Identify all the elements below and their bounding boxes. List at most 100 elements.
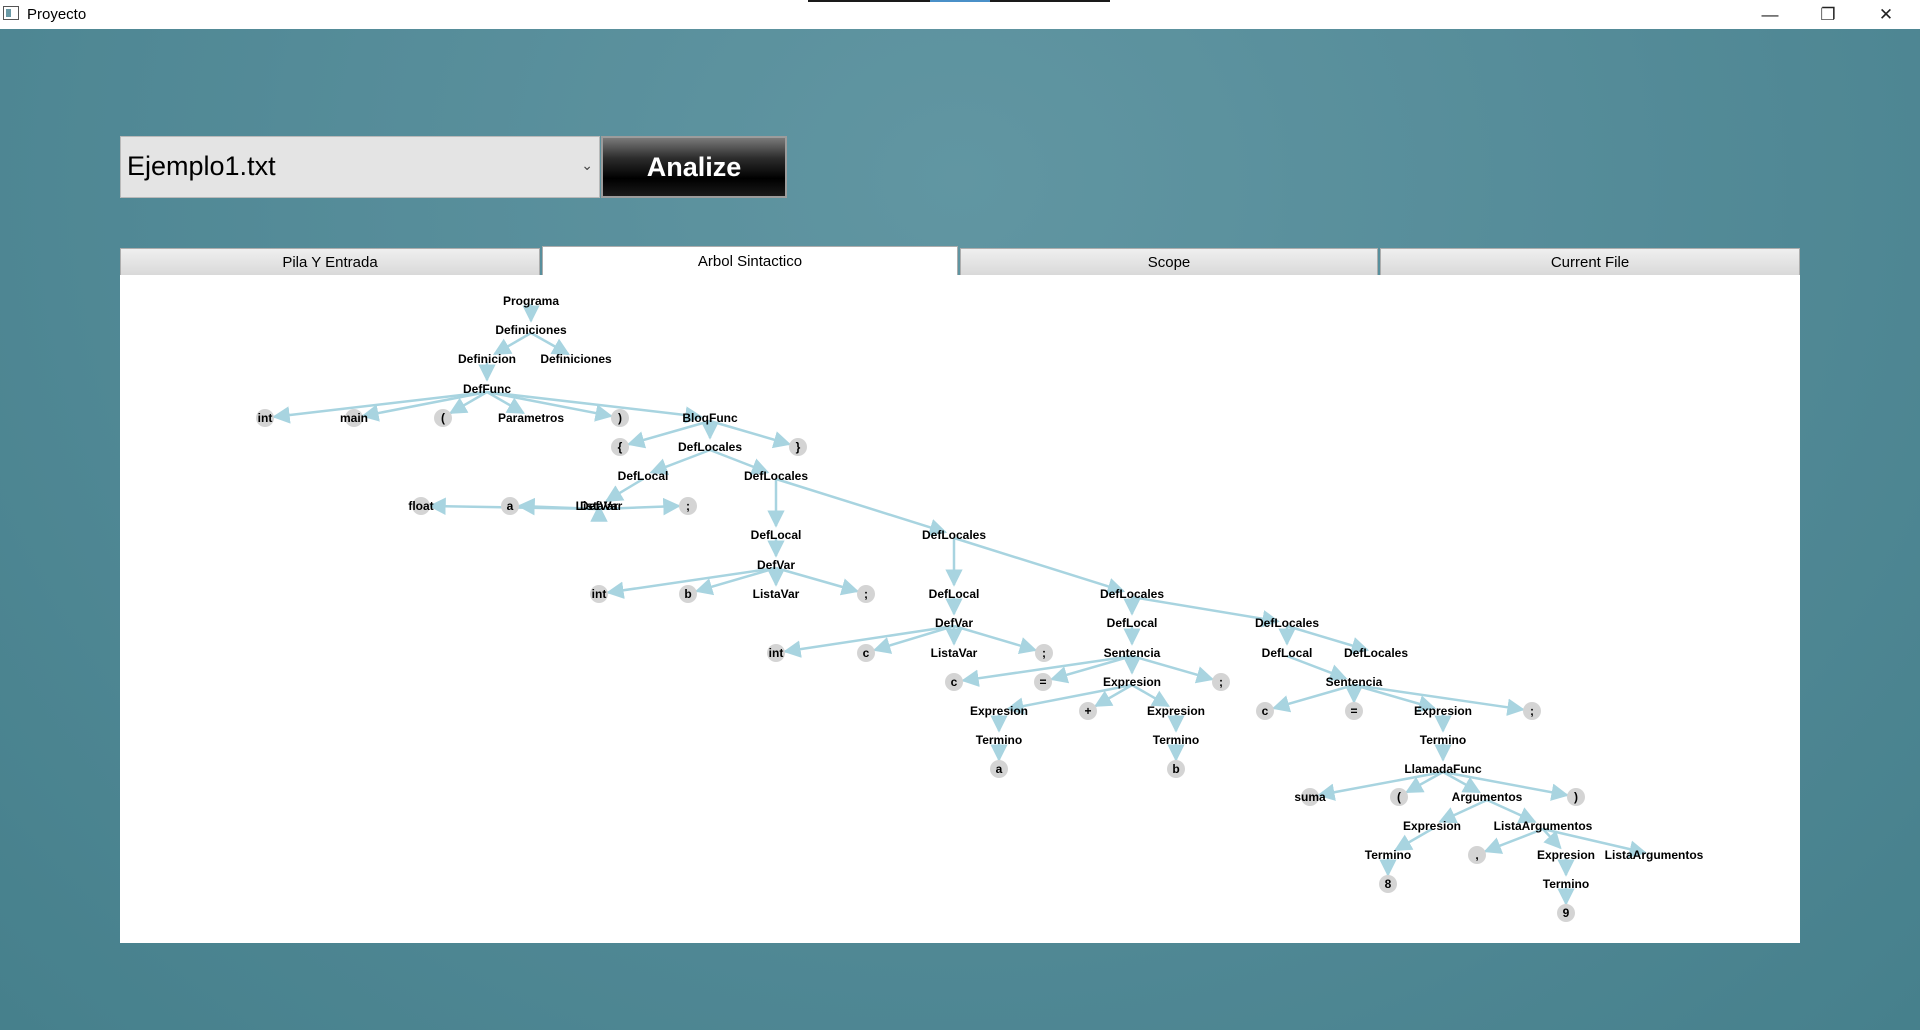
tree-node: Sentencia <box>1104 646 1161 660</box>
tab-scope[interactable]: Scope <box>960 248 1378 275</box>
tree-leaf-node: c <box>1256 702 1274 720</box>
tree-node-label: = <box>1039 675 1046 689</box>
tree-node-label: } <box>796 440 801 454</box>
tab-arbol-sintactico[interactable]: Arbol Sintactico <box>542 246 958 276</box>
tree-node-label: main <box>340 411 368 425</box>
tree-node-label: DefLocal <box>1262 646 1313 660</box>
tree-leaf-node: ( <box>434 409 452 427</box>
app-icon <box>3 6 19 20</box>
title-bar: Proyecto — ❐ ✕ <box>0 0 1920 29</box>
tree-leaf-node: 8 <box>1379 875 1397 893</box>
tree-node-label: DefLocal <box>618 469 669 483</box>
tree-leaf-node: } <box>789 438 807 456</box>
tree-node-label: ; <box>864 587 868 601</box>
tree-node: Termino <box>976 733 1022 747</box>
tree-node: Termino <box>1420 733 1466 747</box>
tree-node-label: DefLocales <box>744 469 808 483</box>
tree-node: ListaArgumentos <box>1605 848 1704 862</box>
tree-node-label: Expresion <box>1414 704 1472 718</box>
tree-node: Termino <box>1153 733 1199 747</box>
tree-node: DefFunc <box>463 382 511 396</box>
tree-node-label: ListaVar <box>753 587 800 601</box>
analyze-button[interactable]: Analize <box>601 136 787 198</box>
tree-node-label: ; <box>1042 646 1046 660</box>
tree-leaf-node: + <box>1079 702 1097 720</box>
close-button[interactable]: ✕ <box>1857 0 1915 29</box>
tree-leaf-node: = <box>1345 702 1363 720</box>
minimize-button[interactable]: — <box>1741 0 1799 29</box>
tree-node: Expresion <box>1147 704 1205 718</box>
tree-node-label: a <box>507 499 514 513</box>
tree-leaf-node: suma <box>1294 788 1326 806</box>
tab-current-file[interactable]: Current File <box>1380 248 1800 275</box>
tree-node-label: ListaArgumentos <box>1494 819 1593 833</box>
tree-node-label: = <box>1350 704 1357 718</box>
tree-node-label: a <box>996 762 1003 776</box>
tree-leaf-node: ; <box>1212 673 1230 691</box>
syntax-tree-panel: Programa Definiciones Definicion Definicion… <box>120 275 1800 943</box>
tree-node-label: DefLocales <box>922 528 986 542</box>
tree-leaf-node: 9 <box>1557 904 1575 922</box>
tree-leaf-node: ( <box>1390 788 1408 806</box>
tree-leaf-node: = <box>1034 673 1052 691</box>
tree-node-label: 9 <box>1563 906 1570 920</box>
tree-node-label: { <box>618 440 623 454</box>
tree-leaf-node: ; <box>1035 644 1053 662</box>
tree-node-label: ListaVar <box>576 499 623 513</box>
tree-node-label: DefLocal <box>929 587 980 601</box>
tree-node: Termino <box>1365 848 1411 862</box>
tree-node-label: float <box>408 499 433 513</box>
tree-leaf-node: ) <box>1567 788 1585 806</box>
tree-node: DefLocal <box>1262 646 1313 660</box>
tree-node: Definicion <box>458 352 516 366</box>
tree-node: DefVar <box>935 616 973 630</box>
tree-node-label: DefLocal <box>1107 616 1158 630</box>
tree-node: DefLocales <box>1255 616 1319 630</box>
tree-node-label: DefVar <box>757 558 795 572</box>
tree-node-label: DefLocales <box>1100 587 1164 601</box>
tree-node: Termino <box>1543 877 1589 891</box>
title-accent-bar <box>808 0 1110 2</box>
tree-node-label: ( <box>441 411 445 425</box>
tree-node-label: b <box>684 587 691 601</box>
tree-node-label: Definiciones <box>495 323 567 337</box>
tree-node-label: c <box>951 675 958 689</box>
tree-leaf-node: ) <box>611 409 629 427</box>
tree-leaf-node: c <box>857 644 875 662</box>
tree-node-label: int <box>769 646 784 660</box>
tree-node-label: Termino <box>976 733 1022 747</box>
tree-node-label: Expresion <box>1403 819 1461 833</box>
chevron-down-icon[interactable]: ⌄ <box>581 157 593 174</box>
tree-node-label: ( <box>1397 790 1401 804</box>
tree-node-label: ) <box>1574 790 1578 804</box>
tree-node: Programa <box>503 294 559 308</box>
tree-node-label: Parametros <box>498 411 564 425</box>
tree-leaf-node: , <box>1468 846 1486 864</box>
tree-node: ListaVar <box>931 646 978 660</box>
tree-node: Definiciones <box>540 352 612 366</box>
maximize-button[interactable]: ❐ <box>1799 0 1857 29</box>
window-title: Proyecto <box>27 6 87 23</box>
tree-node-label: Argumentos <box>1452 790 1523 804</box>
tree-node: Expresion <box>1537 848 1595 862</box>
tree-leaf-node: { <box>611 438 629 456</box>
tree-leaf-node: float <box>408 497 434 515</box>
tree-node-label: b <box>1172 762 1179 776</box>
tree-node: Definiciones <box>495 323 567 337</box>
tree-node: ListaVar <box>753 587 800 601</box>
tree-node-label: int <box>258 411 273 425</box>
tree-node-label: , <box>1475 848 1478 862</box>
file-select-value: Ejemplo1.txt <box>127 151 276 181</box>
tree-node: Expresion <box>970 704 1028 718</box>
tree-node: ListaArgumentos <box>1494 819 1593 833</box>
tree-node-label: Sentencia <box>1104 646 1161 660</box>
tree-node: DefLocales <box>1100 587 1164 601</box>
tree-node: DefLocal <box>618 469 669 483</box>
tree-node: DefLocal <box>1107 616 1158 630</box>
tab-pila-y-entrada[interactable]: Pila Y Entrada <box>120 248 540 275</box>
tree-leaf-node: c <box>945 673 963 691</box>
tree-node: Expresion <box>1403 819 1461 833</box>
tree-edge <box>775 477 948 536</box>
file-select[interactable]: Ejemplo1.txt ⌄ <box>120 136 600 198</box>
tree-node: BloqFunc <box>682 411 738 425</box>
